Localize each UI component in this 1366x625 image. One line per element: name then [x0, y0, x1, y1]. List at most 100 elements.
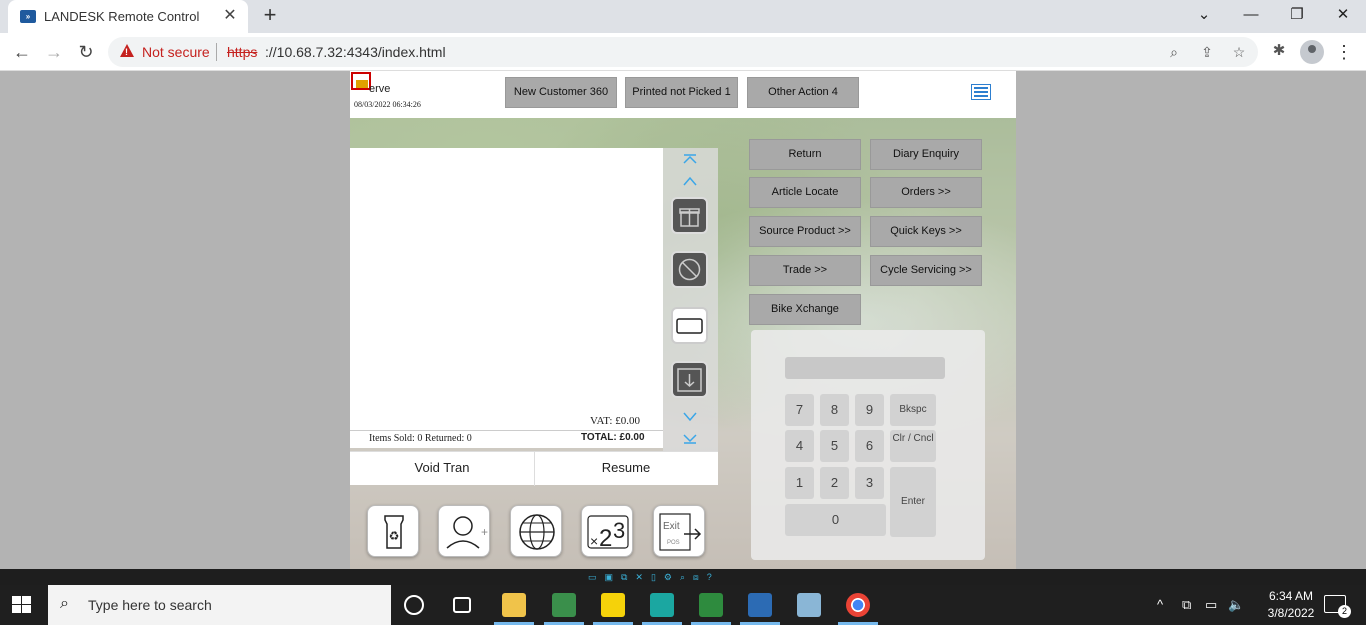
remote-control-icons[interactable]: ▭▣⧉✕▯⚙⌕⧈?	[588, 572, 720, 583]
card-icon[interactable]	[671, 307, 708, 344]
keypad-input[interactable]	[785, 357, 945, 379]
extensions-icon[interactable]: ✱	[1268, 40, 1290, 62]
close-window-button[interactable]: ✕	[1320, 0, 1366, 30]
quantity-multiplier-icon[interactable]: × 2 3	[581, 505, 633, 557]
taskbar-search[interactable]: ⌕ Type here to search	[48, 585, 391, 625]
new-tab-button[interactable]: +	[258, 4, 282, 28]
printed-not-picked-button[interactable]: Printed not Picked 1	[625, 77, 738, 108]
key-8[interactable]: 8	[820, 394, 849, 426]
settings-app-icon[interactable]	[650, 593, 674, 617]
quick-keys-button[interactable]: Quick Keys >>	[870, 216, 982, 247]
omnibox-separator	[216, 43, 217, 61]
key-5[interactable]: 5	[820, 430, 849, 462]
task-view-icon[interactable]	[453, 597, 471, 613]
back-icon[interactable]: ←	[10, 40, 34, 64]
key-6[interactable]: 6	[855, 430, 884, 462]
bookmark-star-icon[interactable]: ☆	[1230, 43, 1248, 61]
scroll-top-icon[interactable]	[682, 153, 698, 165]
scroll-up-icon[interactable]	[682, 175, 698, 187]
new-customer-button[interactable]: New Customer 360	[505, 77, 617, 108]
network-device-icon[interactable]: ⧉	[1182, 597, 1191, 613]
tab-search-icon[interactable]: ⌄	[1181, 0, 1227, 30]
volume-icon[interactable]: 🔈	[1228, 597, 1244, 613]
svg-text:♻: ♻	[389, 529, 400, 543]
close-tab-icon[interactable]: ✕	[220, 6, 240, 26]
show-hidden-icons[interactable]: ^	[1157, 597, 1163, 612]
restore-button[interactable]: ❐	[1274, 0, 1320, 30]
transaction-datetime: 08/03/2022 06:34:26	[354, 100, 421, 109]
key-7[interactable]: 7	[785, 394, 814, 426]
key-3[interactable]: 3	[855, 467, 884, 499]
notepad-icon[interactable]	[797, 593, 821, 617]
diary-enquiry-button[interactable]: Diary Enquiry	[870, 139, 982, 170]
pos-header: erve 08/03/2022 06:34:26 New Customer 36…	[350, 71, 1016, 118]
tab-title: LANDESK Remote Control	[44, 9, 200, 24]
void-tran-button[interactable]: Void Tran	[350, 452, 534, 486]
forward-icon[interactable]: →	[42, 40, 66, 64]
no-item-icon[interactable]	[671, 251, 708, 288]
sticky-notes-icon[interactable]	[601, 593, 625, 617]
network-icon[interactable]: ▭	[1205, 597, 1217, 613]
landesk-app-icon[interactable]	[748, 593, 772, 617]
profile-avatar[interactable]	[1300, 40, 1324, 64]
not-secure-label[interactable]: Not secure	[142, 44, 210, 60]
source-product-button[interactable]: Source Product >>	[749, 216, 861, 247]
key-0[interactable]: 0	[785, 504, 886, 536]
clock-time: 6:34 AM	[1268, 589, 1314, 603]
download-article-icon[interactable]	[671, 361, 708, 398]
recycle-bag-icon[interactable]: ♻	[367, 505, 419, 557]
article-locate-button[interactable]: Article Locate	[749, 177, 861, 208]
scroll-down-icon[interactable]	[682, 411, 698, 423]
notification-count: 2	[1338, 605, 1351, 618]
gift-icon[interactable]	[671, 197, 708, 234]
address-bar: ← → ↻ ! Not secure https ://10.68.7.32:4…	[0, 33, 1366, 71]
trade-button[interactable]: Trade >>	[749, 255, 861, 286]
hamburger-menu-icon[interactable]	[971, 84, 991, 100]
clock-date: 3/8/2022	[1267, 606, 1315, 620]
landesk-icon: »	[20, 10, 36, 23]
zoom-icon[interactable]: ⌕	[1165, 43, 1183, 61]
key-1[interactable]: 1	[785, 467, 814, 499]
scroll-bottom-icon[interactable]	[682, 433, 698, 445]
chrome-icon[interactable]	[846, 593, 870, 617]
windows-start-icon[interactable]	[12, 596, 32, 614]
cortana-icon[interactable]	[404, 595, 424, 615]
vat-total: VAT: £0.00	[590, 415, 640, 427]
omnibox[interactable]: ! Not secure https ://10.68.7.32:4343/in…	[108, 37, 1258, 67]
minimize-button[interactable]: —	[1228, 0, 1274, 30]
exit-pos-icon[interactable]: Exit POS	[653, 505, 705, 557]
notifications-icon[interactable]: 2	[1324, 595, 1351, 618]
globe-icon[interactable]	[510, 505, 562, 557]
key-2[interactable]: 2	[820, 467, 849, 499]
cycle-servicing-button[interactable]: Cycle Servicing >>	[870, 255, 982, 286]
other-action-button[interactable]: Other Action 4	[747, 77, 859, 108]
chrome-menu-icon[interactable]: ⋮	[1334, 40, 1354, 64]
reload-icon[interactable]: ↻	[74, 40, 98, 64]
orders-button[interactable]: Orders >>	[870, 177, 982, 208]
side-toolbar	[663, 148, 718, 451]
receipt-divider	[350, 430, 663, 431]
pos-application: erve 08/03/2022 06:34:26 New Customer 36…	[350, 71, 1016, 569]
search-icon: ⌕	[60, 595, 69, 612]
return-button[interactable]: Return	[749, 139, 861, 170]
key-9[interactable]: 9	[855, 394, 884, 426]
svg-text:Exit: Exit	[663, 521, 680, 532]
system-clock[interactable]: 6:34 AM 3/8/2022	[1256, 588, 1326, 622]
key-clear-cancel[interactable]: Clr / Cncl	[890, 430, 936, 462]
svg-text:+: +	[481, 525, 488, 539]
browser-tab[interactable]: » LANDESK Remote Control ✕	[8, 0, 248, 33]
spreadsheet-icon[interactable]	[699, 593, 723, 617]
bike-xchange-button[interactable]: Bike Xchange	[749, 294, 861, 325]
key-backspace[interactable]: Bkspc	[890, 394, 936, 426]
app-name: erve	[369, 83, 391, 95]
add-customer-icon[interactable]: +	[438, 505, 490, 557]
file-explorer-icon[interactable]	[502, 593, 526, 617]
remote-tool-icon[interactable]	[552, 593, 576, 617]
transaction-action-bar: Void Tran Resume	[350, 451, 718, 486]
key-enter[interactable]: Enter	[890, 467, 936, 537]
resume-button[interactable]: Resume	[534, 452, 718, 486]
receipt-panel: VAT: £0.00 Items Sold: 0 Returned: 0 TOT…	[350, 148, 663, 448]
key-4[interactable]: 4	[785, 430, 814, 462]
share-icon[interactable]: ⇪	[1198, 43, 1216, 61]
browser-tab-bar: » LANDESK Remote Control ✕ + ⌄ — ❐ ✕	[0, 0, 1366, 33]
